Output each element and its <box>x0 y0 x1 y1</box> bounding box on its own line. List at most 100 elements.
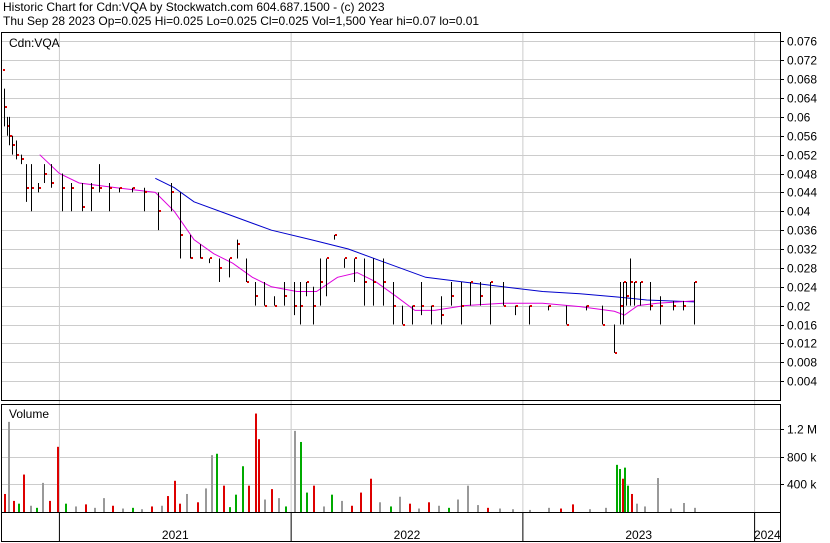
volume-bar <box>255 413 257 512</box>
close-tick <box>201 257 203 259</box>
close-tick <box>471 281 473 283</box>
year-label: 2024 <box>754 528 781 542</box>
close-tick <box>516 305 518 307</box>
volume-bar <box>167 496 169 512</box>
volume-bar <box>23 474 25 512</box>
close-tick <box>674 305 676 307</box>
volume-bar <box>683 502 685 512</box>
volume-label: Volume <box>9 407 49 421</box>
close-tick <box>52 182 54 184</box>
close-tick <box>110 187 112 189</box>
price-tick-label: 0.008 <box>787 356 817 370</box>
volume-bar <box>13 500 15 512</box>
close-tick <box>3 69 5 71</box>
close-tick <box>462 305 464 307</box>
close-tick <box>27 187 29 189</box>
close-tick <box>327 257 329 259</box>
year-label: 2023 <box>625 528 652 542</box>
volume-bar <box>18 503 20 512</box>
volume-bar <box>205 488 207 512</box>
volume-bar <box>605 507 607 512</box>
volume-bar <box>399 496 401 512</box>
close-tick <box>624 281 626 283</box>
volume-bar <box>216 453 218 512</box>
volume-bar <box>174 480 176 512</box>
volume-bar <box>49 500 51 512</box>
price-tick-label: 0.048 <box>787 168 817 182</box>
close-tick <box>92 187 94 189</box>
axis-labels: 0.004 0.008 0.012 0.016 0.02 0.024 0.028 0.032 0… <box>9 35 817 543</box>
symbol-label: Cdn:VQA <box>9 36 60 50</box>
volume-tick-label: 1.2 M <box>787 423 817 437</box>
close-tick <box>13 144 15 146</box>
volume-bar <box>467 485 469 512</box>
close-tick <box>627 295 629 297</box>
close-tick <box>145 191 147 193</box>
close-tick <box>120 187 122 189</box>
close-tick <box>587 305 589 307</box>
volume-bar <box>258 439 260 512</box>
volume-bar <box>264 499 266 512</box>
volume-tick-label: 800 k <box>787 451 817 465</box>
close-tick <box>181 234 183 236</box>
volume-bar <box>197 502 199 512</box>
price-tick-label: 0.016 <box>787 319 817 333</box>
close-tick <box>238 243 240 245</box>
close-tick <box>39 187 41 189</box>
volume-bar <box>370 478 372 512</box>
volume-bar <box>8 421 10 512</box>
volume-bar <box>294 430 296 512</box>
close-tick <box>133 187 135 189</box>
close-tick <box>247 281 249 283</box>
close-tick <box>63 187 65 189</box>
close-tick <box>403 324 405 326</box>
volume-bar <box>670 508 672 512</box>
close-tick <box>422 305 424 307</box>
price-tick-label: 0.032 <box>787 243 817 257</box>
volume-bar <box>85 504 87 512</box>
volume-bar <box>379 502 381 512</box>
close-tick <box>307 281 309 283</box>
close-tick <box>615 352 617 354</box>
close-tick <box>100 187 102 189</box>
volume-bars <box>4 413 696 512</box>
close-tick <box>5 106 7 108</box>
year-label: 2021 <box>162 528 189 542</box>
volume-bar <box>560 508 562 512</box>
volume-bar <box>448 507 450 512</box>
close-tick <box>530 305 532 307</box>
price-tick-label: 0.024 <box>787 281 817 295</box>
volume-panel-frame <box>1 404 781 513</box>
close-tick <box>22 158 24 160</box>
price-tick-label: 0.012 <box>787 337 817 351</box>
volume-bar <box>418 508 420 512</box>
close-tick <box>345 257 347 259</box>
chart-title: Historic Chart for Cdn:VQA by Stockwatch… <box>3 0 385 14</box>
volume-bar <box>589 509 591 512</box>
price-tick-label: 0.072 <box>787 54 817 68</box>
volume-bar <box>512 509 514 512</box>
volume-bar <box>161 505 163 512</box>
volume-bar <box>103 498 105 512</box>
volume-bar <box>94 507 96 512</box>
close-tick <box>442 314 444 316</box>
volume-tick-label: 400 k <box>787 478 817 492</box>
volume-bar <box>313 485 315 512</box>
volume-bar <box>627 485 629 512</box>
close-tick <box>265 305 267 307</box>
close-tick <box>684 305 686 307</box>
volume-bar <box>235 494 237 512</box>
close-tick <box>603 324 605 326</box>
close-tick <box>172 191 174 193</box>
volume-bar <box>624 467 626 512</box>
volume-bar <box>499 508 501 512</box>
volume-bar <box>271 489 273 512</box>
volume-bar <box>36 507 38 512</box>
volume-bar <box>529 509 531 512</box>
close-tick <box>210 257 212 259</box>
volume-bar <box>65 503 67 512</box>
volume-bar <box>285 506 287 512</box>
close-tick <box>567 324 569 326</box>
volume-bar <box>248 485 250 512</box>
volume-bar <box>323 506 325 512</box>
